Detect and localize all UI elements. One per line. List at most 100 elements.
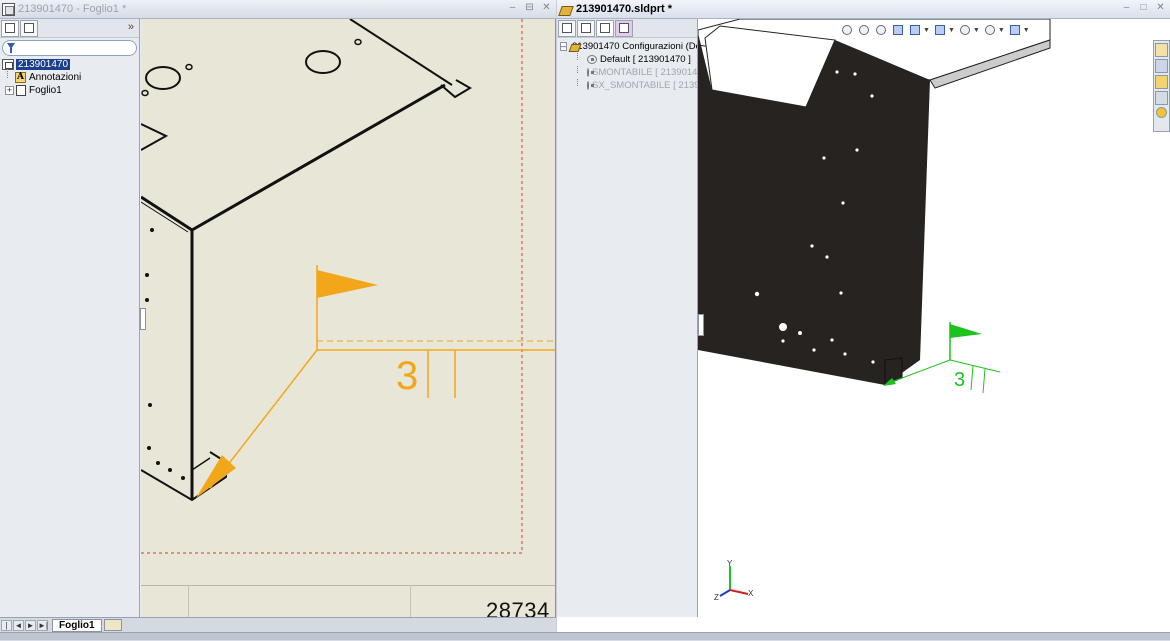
weld-symbol-bar [970, 365, 974, 391]
part-dot [145, 298, 149, 302]
weld-size-text: 3 [954, 369, 965, 391]
section-view-icon [893, 25, 903, 35]
tab-feature-manager[interactable] [558, 19, 576, 37]
part-hole [810, 244, 814, 248]
zoom-to-fit-button[interactable] [840, 23, 854, 37]
heads-up-view-toolbar: ▼ ▼ ▼ ▼ ▼ [840, 23, 1030, 37]
drawing-titlebar[interactable]: 213901470 - Foglio1 * – ⊟ ✕ [0, 0, 556, 19]
weld-symbol-bar [982, 368, 986, 394]
triad-axes-icon: Y X Z [714, 559, 754, 602]
restore-button[interactable]: □ [1138, 2, 1149, 14]
part-hole [145, 66, 181, 90]
prev-sheet-button[interactable]: ◄ [13, 619, 24, 631]
drawing-window-title: 213901470 - Foglio1 * [18, 3, 127, 15]
part-titlebar[interactable]: 213901470.sldprt * – □ ✕ [557, 0, 1170, 19]
config-tree-root[interactable]: – 213901470 Configurazioni (Def [557, 40, 697, 53]
status-bar [0, 632, 1170, 640]
previous-view-button[interactable] [874, 23, 888, 37]
hide-show-items-button[interactable] [958, 23, 972, 37]
part-dot [145, 273, 149, 277]
appearances-button[interactable] [1156, 107, 1167, 118]
panel-collapse-handle[interactable] [140, 308, 146, 330]
3d-viewport[interactable]: 3 Y X Z [698, 19, 1170, 629]
tree-line [577, 79, 578, 86]
weld-flag [950, 324, 982, 338]
expand-icon[interactable]: + [5, 86, 14, 95]
restore-button[interactable]: ⊟ [524, 2, 535, 14]
annotation-icon: A [15, 72, 26, 83]
config-manager-panel: – 213901470 Configurazioni (Def Default … [557, 19, 698, 617]
chevron-down-icon[interactable]: ▼ [973, 27, 980, 34]
collapse-icon[interactable]: – [560, 42, 568, 51]
svg-text:X: X [748, 589, 754, 598]
close-button[interactable]: ✕ [1155, 2, 1166, 14]
tab-configuration-manager[interactable] [596, 19, 614, 37]
config-item[interactable]: SMONTABILE [ 213901470_ [557, 66, 697, 79]
part-hole [141, 89, 149, 97]
previous-view-icon [876, 25, 886, 35]
config-tree: – 213901470 Configurazioni (Def Default … [557, 38, 697, 92]
minimize-button[interactable]: – [507, 2, 518, 14]
part-hole [354, 38, 362, 46]
part-dot [168, 468, 172, 472]
part-cutout [141, 123, 169, 151]
tab-feature-tree[interactable] [1, 19, 19, 37]
last-sheet-button[interactable]: ►| [37, 619, 48, 631]
chevron-down-icon[interactable]: ▼ [948, 27, 955, 34]
svg-text:Z: Z [714, 593, 719, 602]
part-hole [825, 255, 829, 259]
section-view-button[interactable] [891, 23, 905, 37]
config-item[interactable]: SX_SMONTABILE [ 2139014 [557, 79, 697, 92]
chevron-down-icon[interactable]: ▼ [1023, 27, 1030, 34]
tab-dimxpert-manager[interactable] [615, 19, 633, 37]
tree-filter-input[interactable] [2, 40, 137, 56]
part-hole [835, 70, 839, 74]
part-hole [305, 50, 341, 74]
solidworks-resources-button[interactable] [1155, 43, 1168, 57]
weld-flag [317, 270, 378, 298]
tree-line [577, 66, 578, 73]
sheet-tab-foglio1[interactable]: Foglio1 [52, 618, 102, 632]
weld-size-text: 3 [396, 354, 418, 398]
design-library-button[interactable] [1155, 59, 1168, 73]
chevron-down-icon[interactable]: ▼ [998, 27, 1005, 34]
zoom-to-area-button[interactable] [857, 23, 871, 37]
part-hole [779, 323, 787, 331]
hide-show-icon [959, 25, 970, 35]
first-sheet-button[interactable]: |◄ [1, 619, 12, 640]
view-orientation-button[interactable] [908, 23, 922, 37]
display-style-button[interactable] [933, 23, 947, 37]
file-explorer-button[interactable] [1155, 75, 1168, 89]
drawing-root-icon [2, 59, 14, 70]
title-block-cell [188, 585, 189, 618]
task-pane [1153, 40, 1170, 132]
close-button[interactable]: ✕ [541, 2, 552, 14]
chevron-down-icon[interactable]: ▼ [923, 27, 930, 34]
tree-item-sheet[interactable]: + Foglio1 [2, 84, 139, 97]
filter-icon [7, 43, 15, 53]
add-sheet-button[interactable] [103, 619, 122, 631]
sheet-icon [16, 85, 26, 96]
feature-manager-panel: » 213901470 A Annotazioni + Foglio1 [0, 19, 140, 617]
tree-item-annotations[interactable]: A Annotazioni [2, 69, 139, 84]
part-hole [839, 291, 843, 295]
scene-icon [984, 25, 995, 35]
part-hole [843, 352, 847, 356]
tab-properties[interactable] [20, 19, 38, 37]
view-palette-button[interactable] [1155, 91, 1168, 105]
view-settings-button[interactable] [1008, 23, 1022, 37]
tree-root[interactable]: 213901470 [2, 58, 139, 71]
apply-scene-button[interactable] [983, 23, 997, 37]
part-dot [150, 228, 154, 232]
tab-property-manager[interactable] [577, 19, 595, 37]
next-sheet-button[interactable]: ► [25, 619, 36, 631]
config-item[interactable]: Default [ 213901470 ] [557, 53, 697, 66]
feature-tree-icon [5, 23, 15, 33]
part-hole [853, 72, 857, 76]
more-tabs-chevron-icon[interactable]: » [128, 21, 134, 33]
panel-collapse-handle[interactable] [698, 314, 704, 336]
minimize-button[interactable]: – [1121, 2, 1132, 14]
drawing-sheet-canvas[interactable]: 3 [141, 19, 555, 618]
feature-manager-icon [562, 23, 572, 33]
part-hole [830, 338, 834, 342]
